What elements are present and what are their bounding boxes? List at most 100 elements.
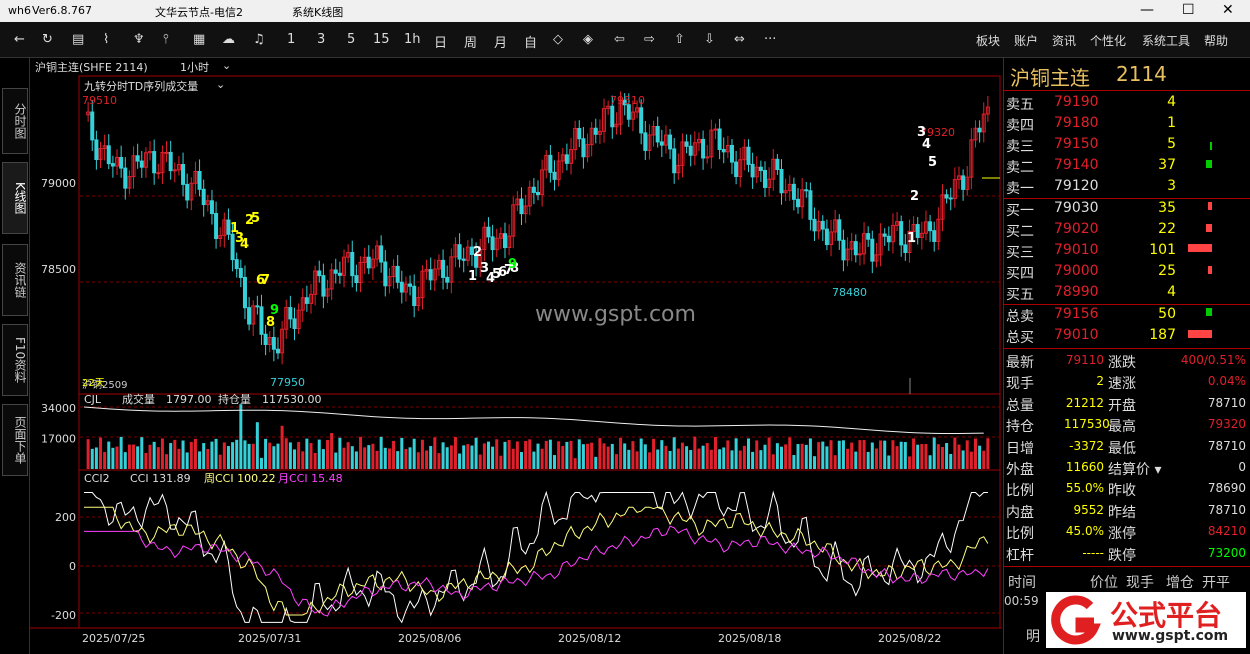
- up-icon[interactable]: ⇧: [674, 32, 685, 47]
- period-5[interactable]: 5: [347, 32, 355, 47]
- volume-bar: [590, 442, 594, 469]
- candle-body: [366, 256, 371, 269]
- period-1[interactable]: 1: [287, 32, 295, 47]
- period-1h[interactable]: 1h: [404, 32, 421, 47]
- volume-bar: [536, 443, 540, 469]
- volume-bar: [354, 451, 358, 469]
- volume-bar: [973, 438, 977, 469]
- left-icon[interactable]: ⇦: [614, 32, 625, 47]
- volume-bar: [338, 437, 342, 469]
- bar-icon[interactable]: ⫯: [163, 32, 169, 47]
- back-icon[interactable]: ←: [14, 32, 25, 47]
- volume-bar: [387, 448, 391, 469]
- zoom-in-icon[interactable]: ◇: [553, 32, 563, 47]
- volume-bar: [156, 447, 160, 469]
- stat-label: 开盘: [1108, 397, 1136, 414]
- more-icon[interactable]: ···: [764, 32, 776, 47]
- menu-personalize[interactable]: 个性化: [1090, 32, 1126, 49]
- bid-row[interactable]: 买五 78990 4: [1004, 282, 1250, 303]
- table-icon[interactable]: ▤: [72, 32, 84, 47]
- candle-body: [655, 126, 660, 143]
- period-selector[interactable]: 1小时: [180, 59, 209, 75]
- tab-kline[interactable]: K线图: [2, 162, 28, 234]
- bid-row[interactable]: 买三 79010 101: [1004, 240, 1250, 261]
- tick-time: 00:59: [1004, 594, 1039, 608]
- volume-y-tick: 34000: [41, 402, 76, 415]
- down-icon[interactable]: ⇩: [704, 32, 715, 47]
- bid-label: 买二: [1006, 224, 1034, 240]
- tab-detail[interactable]: 明: [1026, 626, 1040, 646]
- period-15[interactable]: 15: [373, 32, 390, 47]
- total-row[interactable]: 总买 79010 187: [1004, 325, 1250, 346]
- total-price: 79156: [1054, 306, 1099, 322]
- stat-value: 55.0%: [1065, 481, 1104, 496]
- tab-f10[interactable]: F10资料: [2, 324, 28, 396]
- candle-body: [886, 235, 891, 243]
- volume-bar: [664, 445, 668, 469]
- indicator-name[interactable]: 九转分时TD序列成交量: [84, 78, 198, 94]
- maximize-icon[interactable]: ☐: [1182, 2, 1195, 18]
- volume-bar: [420, 439, 424, 469]
- volume-bar: [705, 443, 709, 469]
- refresh-icon[interactable]: ↻: [42, 32, 53, 47]
- total-row[interactable]: 总卖 79156 50: [1004, 304, 1250, 325]
- menu-account[interactable]: 账户: [1014, 32, 1038, 49]
- zoom-out-icon[interactable]: ◈: [583, 32, 593, 47]
- candle-body: [321, 275, 326, 297]
- bell-icon[interactable]: ♫: [253, 32, 265, 47]
- chart-svg[interactable]: 790007850079510 7951079320784807795012345…: [30, 58, 1002, 654]
- tab-order[interactable]: 页面下单: [2, 404, 28, 476]
- chevron-down-icon[interactable]: ⌄: [222, 59, 231, 72]
- cloud-icon[interactable]: ☁: [222, 32, 235, 47]
- line-chart-icon[interactable]: ⌇: [103, 32, 109, 47]
- ask-label: 卖四: [1006, 118, 1034, 134]
- ask-row[interactable]: 卖五 79190 4: [1004, 92, 1250, 113]
- volume-bar: [928, 455, 932, 469]
- volume-bar: [321, 449, 325, 469]
- tab-timeshare[interactable]: 分时图: [2, 88, 28, 154]
- bid-row[interactable]: 买二 79020 22: [1004, 219, 1250, 240]
- candle-body: [90, 111, 95, 141]
- fit-icon[interactable]: ⇔: [734, 32, 745, 47]
- stat-label[interactable]: 结算价 ▾: [1108, 459, 1161, 479]
- ask-row[interactable]: 卖四 79180 1: [1004, 113, 1250, 134]
- chart-area: 79000 78500 79510 79510 79320 78480 77950 1 2 3 4 5…: [30, 58, 1002, 654]
- candle-body: [808, 190, 813, 220]
- candle-body: [746, 146, 751, 165]
- calendar-icon[interactable]: 自: [524, 32, 537, 51]
- volume-bar: [738, 450, 742, 469]
- ask-row[interactable]: 卖三 79150 5: [1004, 134, 1250, 155]
- close-icon[interactable]: ✕: [1222, 2, 1234, 18]
- candle-body: [824, 228, 829, 246]
- ask-label: 卖一: [1006, 181, 1034, 197]
- indicator-chevron-icon[interactable]: ⌄: [216, 78, 225, 91]
- right-icon[interactable]: ⇨: [644, 32, 655, 47]
- volume-bar: [821, 441, 825, 469]
- volume-bar: [553, 455, 557, 469]
- period-week[interactable]: 周: [464, 32, 477, 51]
- menu-tools[interactable]: 系统工具: [1142, 32, 1190, 49]
- period-month[interactable]: 月: [494, 32, 507, 51]
- stat-row: 比例 45.0% 涨停 84210: [1004, 521, 1250, 542]
- volume-bar: [602, 443, 606, 469]
- total-volume: 187: [1149, 327, 1176, 343]
- menu-sector[interactable]: 板块: [976, 32, 1000, 49]
- ask-row[interactable]: 卖一 79120 3: [1004, 176, 1250, 197]
- sidebar: 分时图 K线图 资讯链 F10资料 页面下单: [0, 58, 30, 654]
- menu-help[interactable]: 帮助: [1204, 32, 1228, 49]
- period-3[interactable]: 3: [317, 32, 325, 47]
- bid-label: 买三: [1006, 245, 1034, 261]
- minimize-icon[interactable]: —: [1140, 2, 1154, 18]
- period-day[interactable]: 日: [434, 32, 447, 51]
- instrument-label[interactable]: 沪铜主连(SHFE 2114): [35, 59, 148, 75]
- volume-bar: [165, 454, 169, 469]
- depth-bar: [1206, 160, 1212, 168]
- ask-row[interactable]: 卖二 79140 37: [1004, 155, 1250, 176]
- candle-icon[interactable]: ♆: [133, 32, 145, 47]
- bid-row[interactable]: 买一 79030 35: [1004, 198, 1250, 219]
- menu-news[interactable]: 资讯: [1052, 32, 1076, 49]
- bid-row[interactable]: 买四 79000 25: [1004, 261, 1250, 282]
- list-icon[interactable]: ▦: [193, 32, 205, 47]
- volume-bar: [829, 440, 833, 469]
- tab-news[interactable]: 资讯链: [2, 244, 28, 316]
